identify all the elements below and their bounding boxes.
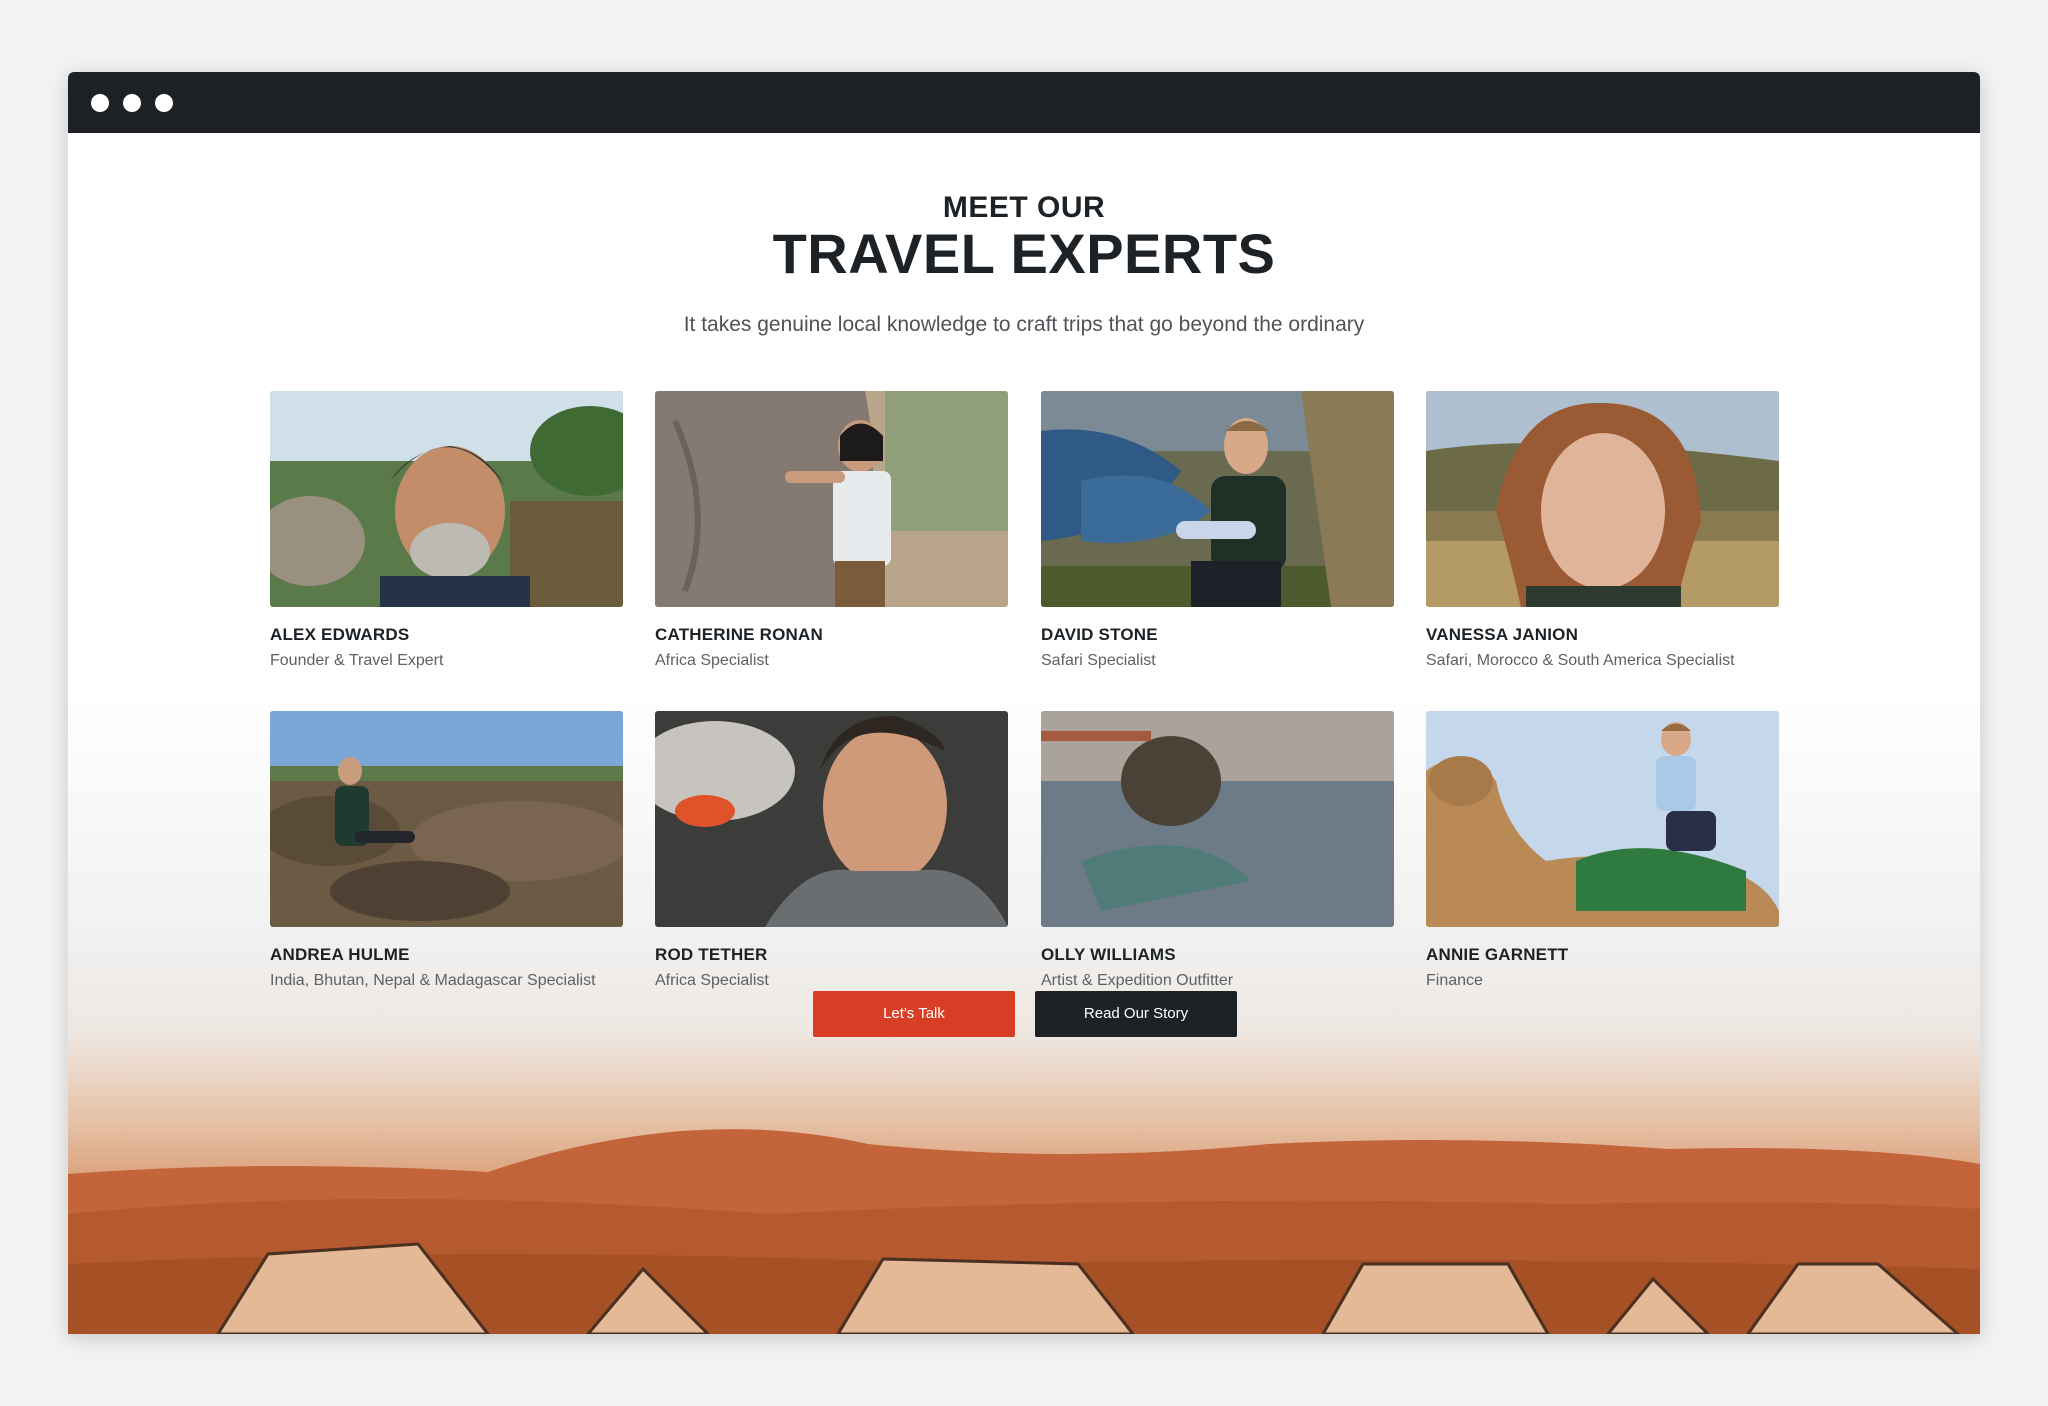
team-name: VANESSA JANION [1426,625,1579,644]
team-card[interactable]: ANDREA HULME India, Bhutan, Nepal & Mada… [270,711,623,990]
team-name: ANNIE GARNETT [1426,945,1569,964]
desert-camp-image [68,1129,1980,1334]
team-card[interactable]: ALEX EDWARDS Founder & Travel Expert [270,391,623,670]
lets-talk-button[interactable]: Let's Talk [813,991,1015,1037]
team-name: ANDREA HULME [270,945,410,964]
team-role: Founder & Travel Expert [270,652,444,669]
team-role: Africa Specialist [655,652,769,669]
browser-window: MEET OUR TRAVEL EXPERTS It takes genuine… [68,72,1980,1334]
team-card[interactable]: OLLY WILLIAMS Artist & Expedition Outfit… [1041,711,1394,990]
section-subtitle: It takes genuine local knowledge to craf… [683,313,1365,336]
team-role: Safari Specialist [1041,652,1156,669]
section-headline: TRAVEL EXPERTS [772,222,1276,285]
team-photo [655,711,1008,927]
team-photo [1426,711,1779,927]
section-kicker: MEET OUR [942,191,1106,224]
team-photo [1041,391,1394,607]
window-titlebar [68,72,1980,133]
team-card[interactable]: VANESSA JANION Safari, Morocco & South A… [1426,391,1779,670]
team-name: OLLY WILLIAMS [1041,945,1176,964]
team-role: Africa Specialist [655,972,769,989]
team-photo [270,391,623,607]
team-name: DAVID STONE [1041,625,1158,644]
team-card[interactable]: ANNIE GARNETT Finance [1426,711,1779,990]
team-role: Artist & Expedition Outfitter [1041,972,1234,989]
team-name: CATHERINE RONAN [655,625,823,644]
team-photo [270,711,623,927]
team-card[interactable]: CATHERINE RONAN Africa Specialist [655,391,1008,670]
read-our-story-button[interactable]: Read Our Story [1035,991,1237,1037]
window-minimize-dot[interactable] [123,94,141,112]
team-photo [655,391,1008,607]
team-role: Safari, Morocco & South America Speciali… [1426,652,1735,669]
team-name: ROD TETHER [655,945,768,964]
team-card[interactable]: ROD TETHER Africa Specialist [655,711,1008,990]
team-card[interactable]: DAVID STONE Safari Specialist [1041,391,1394,670]
page-content: MEET OUR TRAVEL EXPERTS It takes genuine… [68,133,1980,1334]
team-photo [1426,391,1779,607]
window-maximize-dot[interactable] [155,94,173,112]
window-close-dot[interactable] [91,94,109,112]
team-role: India, Bhutan, Nepal & Madagascar Specia… [270,972,596,989]
team-name: ALEX EDWARDS [270,625,410,644]
team-role: Finance [1426,972,1483,989]
team-photo [1041,711,1394,927]
